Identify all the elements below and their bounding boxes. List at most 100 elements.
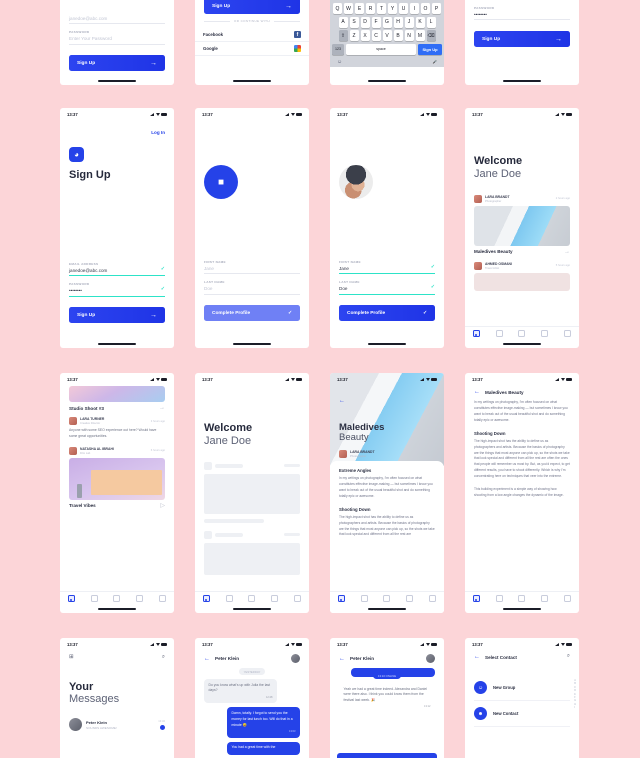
back-icon[interactable]: ← xyxy=(474,389,480,395)
post-image[interactable] xyxy=(474,205,570,246)
key-y[interactable]: Y xyxy=(388,3,397,14)
avatar[interactable] xyxy=(69,446,77,455)
key-a[interactable]: A xyxy=(338,16,348,28)
tab-grid[interactable] xyxy=(518,595,526,602)
screen-chat-b[interactable]: 13:37 ← Peter Klein 13:10 ONLINE Yeah we… xyxy=(330,638,444,758)
back-icon[interactable]: ← xyxy=(339,656,345,662)
keyboard-row-3[interactable]: ⇧ Z X C V B N M ⌫ xyxy=(332,30,442,42)
key-p[interactable]: P xyxy=(432,3,441,14)
post-title-row[interactable]: Studio Shoot #3 → xyxy=(69,405,165,411)
new-contact-row[interactable]: ☻ New Contact xyxy=(474,701,570,727)
signup-button[interactable]: Sign Up → xyxy=(69,307,165,324)
search-icon[interactable]: ⌕ xyxy=(162,654,165,661)
alpha-b[interactable]: B xyxy=(574,683,576,685)
key-b[interactable]: B xyxy=(393,30,403,42)
back-icon[interactable]: ← xyxy=(204,656,210,662)
tab-bar[interactable] xyxy=(465,591,579,605)
tab-home[interactable] xyxy=(202,595,210,602)
key-t[interactable]: T xyxy=(377,3,386,14)
alpha-c[interactable]: C xyxy=(574,687,576,689)
key-c[interactable]: C xyxy=(371,30,381,42)
key-o[interactable]: O xyxy=(421,3,430,14)
email-input[interactable]: janedoe@abc.com xyxy=(69,266,165,275)
ios-keyboard[interactable]: Q W E R T Y U I O P A S D F G H J K L ⇧ … xyxy=(330,0,444,68)
backspace-key[interactable]: ⌫ xyxy=(426,30,436,42)
signup-button[interactable]: Sign Up → xyxy=(474,31,570,48)
post-title-row[interactable]: Maledives Beauty → xyxy=(474,249,570,255)
keyboard-bottom-bar[interactable]: ☺ 🎤 xyxy=(332,57,442,65)
space-key[interactable]: space xyxy=(346,43,416,55)
key-e[interactable]: E xyxy=(355,3,364,14)
tab-chat[interactable] xyxy=(495,330,503,337)
key-w[interactable]: W xyxy=(344,3,353,14)
tab-music[interactable] xyxy=(541,330,549,337)
screen-messages[interactable]: 13:37 ⊞ ⌕ Your Messages Peter Klein SOUN… xyxy=(60,638,174,758)
login-link[interactable]: Log In xyxy=(151,130,165,135)
keyboard-row-1[interactable]: Q W E R T Y U I O P xyxy=(332,3,442,14)
article-header[interactable]: ← Maledives Beauty xyxy=(465,386,579,400)
screen-keyboard[interactable]: Q W E R T Y U I O P A S D F G H J K L ⇧ … xyxy=(330,0,444,85)
tab-music[interactable] xyxy=(406,595,414,602)
avatar[interactable] xyxy=(69,417,77,425)
screen-signin-bottom[interactable]: janedoe@abc.com PASSWORD Enter Your Pass… xyxy=(60,0,174,85)
mic-icon[interactable]: 🎤 xyxy=(433,60,437,64)
key-u[interactable]: U xyxy=(399,3,408,14)
key-f[interactable]: F xyxy=(371,16,381,28)
last-name-input[interactable]: Doe xyxy=(339,284,435,293)
key-g[interactable]: G xyxy=(382,16,392,28)
key-h[interactable]: H xyxy=(393,16,403,28)
tab-music[interactable] xyxy=(541,595,549,602)
chat-header[interactable]: ← Peter Klein xyxy=(330,651,444,668)
complete-profile-button[interactable]: Complete Profile ✓ xyxy=(204,305,300,322)
alphabet-index[interactable]: A B C D E F G H I xyxy=(574,680,576,709)
new-group-row[interactable]: ☺ New Group xyxy=(474,675,570,701)
key-q[interactable]: Q xyxy=(333,3,342,14)
password-input[interactable]: Enter Your Password xyxy=(69,34,165,43)
tab-chat[interactable] xyxy=(495,595,503,602)
tab-profile[interactable] xyxy=(564,595,572,602)
key-j[interactable]: J xyxy=(404,16,414,28)
post-image[interactable] xyxy=(69,457,165,500)
screen-signup[interactable]: 13:37 Log In ◕ Sign Up EMAIL ADDRESS jan… xyxy=(60,108,174,348)
screen-signup-error[interactable]: THAT EMAIL IS ALREADY TAKEN PASSWORD •••… xyxy=(465,0,579,85)
tab-grid[interactable] xyxy=(383,595,391,602)
email-value[interactable]: janedoe@abc.com xyxy=(69,14,165,23)
camera-upload-button[interactable]: ■ xyxy=(204,165,238,199)
password-input[interactable]: •••••••• xyxy=(69,286,165,295)
screen-social-login[interactable]: Sign Up → OR CONTINUE WITH Facebook f Go… xyxy=(195,0,309,85)
screen-article-read[interactable]: 13:37 ← Maledives Beauty In my writings … xyxy=(465,373,579,613)
alpha-d[interactable]: D xyxy=(574,690,576,692)
first-name-input[interactable]: Jane xyxy=(339,264,435,273)
tab-grid[interactable] xyxy=(518,330,526,337)
complete-profile-button[interactable]: Complete Profile ✓ xyxy=(339,305,435,322)
tab-bar[interactable] xyxy=(195,591,309,605)
alpha-i[interactable]: I xyxy=(574,707,576,709)
signup-button[interactable]: Sign Up → xyxy=(69,55,165,72)
post-image[interactable] xyxy=(69,386,165,402)
avatar[interactable] xyxy=(474,194,482,203)
tab-home[interactable] xyxy=(67,595,75,602)
emoji-icon[interactable]: ☺ xyxy=(337,59,342,65)
password-input[interactable]: •••••••• xyxy=(474,10,570,19)
tab-profile[interactable] xyxy=(564,330,572,337)
tab-home[interactable] xyxy=(472,595,480,602)
tab-home[interactable] xyxy=(337,595,345,602)
avatar[interactable] xyxy=(339,450,347,458)
tab-profile[interactable] xyxy=(159,595,167,602)
go-key[interactable]: Sign Up xyxy=(418,43,442,55)
message-composer[interactable]: Sounds awesome! 13:32 xyxy=(337,753,437,758)
avatar[interactable] xyxy=(291,654,300,663)
facebook-login-button[interactable]: Facebook f xyxy=(195,28,309,42)
key-r[interactable]: R xyxy=(366,3,375,14)
screen-home-loading[interactable]: 13:37 Welcome Jane Doe xyxy=(195,373,309,613)
avatar[interactable] xyxy=(474,261,482,270)
key-z[interactable]: Z xyxy=(349,30,359,42)
tab-home[interactable] xyxy=(472,330,480,337)
search-icon[interactable]: ⌕ xyxy=(567,654,570,660)
tab-bar[interactable] xyxy=(330,591,444,605)
alpha-f[interactable]: F xyxy=(574,697,576,699)
key-l[interactable]: L xyxy=(426,16,436,28)
screen-select-contact[interactable]: 13:37 ← Select Contact ⌕ ☺ New Group ☻ N… xyxy=(465,638,579,758)
key-x[interactable]: X xyxy=(360,30,370,42)
screen-feed-scrolled[interactable]: 13:37 Studio Shoot #3 → LARA TURNER Crea… xyxy=(60,373,174,613)
